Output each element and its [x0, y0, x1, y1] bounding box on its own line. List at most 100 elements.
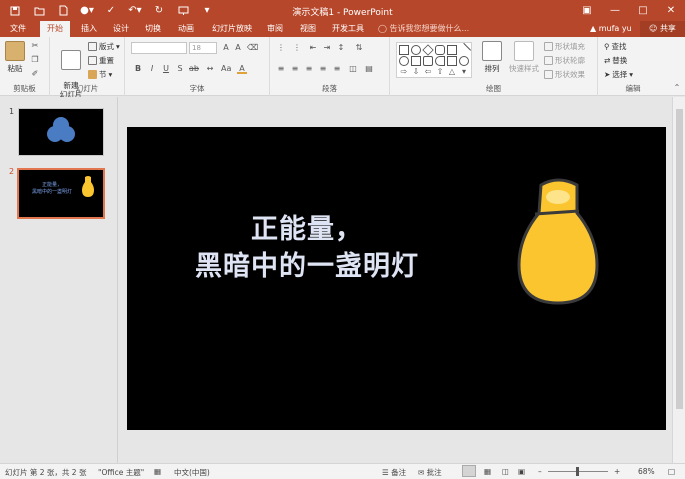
minimize-icon[interactable]: — [601, 0, 629, 21]
slide-sorter-icon[interactable]: ▦ [484, 467, 491, 476]
shape-arrow-right-icon[interactable]: ⇨ [399, 67, 409, 77]
tab-transitions[interactable]: 切换 [140, 21, 166, 37]
close-icon[interactable]: ✕ [657, 0, 685, 21]
distributed-icon[interactable]: ≡ [332, 64, 342, 74]
vertical-scrollbar[interactable] [672, 97, 685, 463]
shape-diamond-icon[interactable] [422, 44, 434, 56]
quick-styles-button[interactable]: 快速样式 [506, 41, 542, 74]
shapes-gallery[interactable]: ⇨ ⇩ ⇦ ⇧ △ ▾ [396, 42, 472, 78]
tell-me-box[interactable]: ◯ 告诉我您想要做什么... [378, 21, 469, 37]
section-button[interactable]: 节 ▾ [88, 69, 112, 80]
italic-icon[interactable]: I [147, 64, 157, 74]
shape-triangle-icon[interactable]: △ [447, 67, 457, 77]
ribbon-display-options-icon[interactable]: ▣ [573, 0, 601, 21]
tab-design[interactable]: 设计 [108, 21, 134, 37]
copy-icon[interactable]: ❐ [30, 55, 40, 65]
justify-icon[interactable]: ≡ [318, 64, 328, 74]
reset-button[interactable]: 重置 [88, 55, 114, 66]
slide-text-line1[interactable]: 正能量， [127, 207, 487, 246]
font-name-combo[interactable] [131, 42, 187, 54]
shape-smile-icon[interactable] [459, 56, 469, 66]
find-button[interactable]: ⚲ 查找 [604, 41, 627, 52]
tab-view[interactable]: 视图 [295, 21, 321, 37]
current-slide[interactable]: 正能量， 黑暗中的一盏明灯 [127, 127, 666, 430]
tab-slideshow[interactable]: 幻灯片放映 [206, 21, 258, 37]
user-account[interactable]: ▲ mufa yu [590, 21, 632, 37]
smartart-icon[interactable]: ▤ [364, 64, 374, 74]
shape-oval-icon[interactable] [411, 45, 421, 55]
scrollbar-thumb[interactable] [676, 109, 683, 409]
bold-icon[interactable]: B [133, 64, 143, 74]
shape-fill-button[interactable]: 形状填充 [544, 41, 585, 52]
text-direction-icon[interactable]: ⇅ [354, 43, 364, 53]
tab-developer[interactable]: 开发工具 [328, 21, 368, 37]
select-button[interactable]: ➤ 选择 ▾ [604, 69, 633, 80]
format-painter-icon[interactable]: ✐ [30, 69, 40, 79]
share-button[interactable]: ☺ 共享 [640, 21, 685, 37]
tab-animations[interactable]: 动画 [172, 21, 200, 37]
shape-textbox-icon[interactable] [447, 45, 457, 55]
bullets-icon[interactable]: ⋮ [276, 43, 286, 53]
font-size-combo[interactable]: 18 [189, 42, 217, 54]
decrease-font-icon[interactable]: A [233, 43, 243, 53]
notes-button[interactable]: ☰ 备注 [382, 467, 406, 478]
align-left-icon[interactable]: ≡ [276, 64, 286, 74]
zoom-in-icon[interactable]: + [614, 467, 620, 476]
shape-frame-icon[interactable] [423, 56, 433, 66]
shape-arrow-left-icon[interactable]: ⇦ [423, 67, 433, 77]
shape-effects-button[interactable]: 形状效果 [544, 69, 585, 80]
slide-text-line2[interactable]: 黑暗中的一盏明灯 [127, 244, 487, 283]
clear-format-icon[interactable]: ⌫ [247, 43, 258, 53]
increase-font-icon[interactable]: A [221, 43, 231, 53]
decrease-indent-icon[interactable]: ⇤ [308, 43, 318, 53]
slideshow-view-icon[interactable]: ▣ [518, 467, 525, 476]
shape-circle-icon[interactable] [399, 56, 409, 66]
shape-outline-button[interactable]: 形状轮廓 [544, 55, 585, 66]
normal-view-icon[interactable] [462, 465, 476, 477]
spell-status-icon[interactable]: ▦ [154, 467, 161, 476]
zoom-slider-handle[interactable] [576, 467, 579, 476]
slide-thumbnail-2[interactable]: 正能量， 黑暗中的一盏明灯 [17, 168, 105, 219]
shape-more-icon[interactable]: ▾ [459, 67, 469, 77]
align-center-icon[interactable]: ≡ [290, 64, 300, 74]
shape-line-icon[interactable] [456, 42, 472, 58]
strikethrough-icon[interactable]: ab [189, 64, 199, 74]
maximize-icon[interactable]: □ [629, 0, 657, 21]
increase-indent-icon[interactable]: ⇥ [322, 43, 332, 53]
shape-arc-icon[interactable] [435, 56, 445, 66]
tab-home[interactable]: 开始 [40, 21, 70, 37]
find-label: 查找 [611, 42, 627, 51]
underline-icon[interactable]: U [161, 64, 171, 74]
shape-square-icon[interactable] [411, 56, 421, 66]
font-color-icon[interactable]: A [237, 64, 247, 74]
tab-review[interactable]: 审阅 [262, 21, 288, 37]
tab-file[interactable]: 文件 [4, 21, 32, 37]
reading-view-icon[interactable]: ◫ [502, 467, 509, 476]
shadow-icon[interactable]: S [175, 64, 185, 74]
shape-arrow-up-icon[interactable]: ⇧ [435, 67, 445, 77]
language[interactable]: 中文(中国) [174, 467, 210, 478]
line-spacing-icon[interactable]: ↕ [336, 43, 346, 53]
lightbulb-graphic[interactable] [515, 177, 601, 307]
replace-button[interactable]: ⇄ 替换 [604, 55, 627, 66]
align-right-icon[interactable]: ≡ [304, 64, 314, 74]
shape-cube-icon[interactable] [447, 56, 457, 66]
collapse-ribbon-icon[interactable]: ⌃ [672, 83, 682, 93]
shape-arrow-down-icon[interactable]: ⇩ [411, 67, 421, 77]
char-spacing-icon[interactable]: ↔ [205, 64, 215, 74]
arrange-button[interactable]: 排列 [480, 41, 504, 74]
slide-thumbnail-1[interactable] [18, 108, 104, 156]
layout-button[interactable]: 版式 ▾ [88, 41, 120, 52]
tab-insert[interactable]: 插入 [76, 21, 102, 37]
columns-icon[interactable]: ◫ [348, 64, 358, 74]
change-case-icon[interactable]: Aa [221, 64, 231, 74]
shape-rect-icon[interactable] [399, 45, 409, 55]
zoom-out-icon[interactable]: – [538, 467, 542, 476]
numbering-icon[interactable]: ⋮ [292, 43, 302, 53]
fit-slide-icon[interactable]: □ [668, 467, 675, 476]
comments-button[interactable]: ✉ 批注 [418, 467, 442, 478]
paste-button[interactable]: 粘贴 [4, 41, 26, 74]
zoom-level[interactable]: 68% [638, 467, 655, 476]
shape-rounded-rect-icon[interactable] [435, 45, 445, 55]
cut-icon[interactable]: ✂ [30, 41, 40, 51]
